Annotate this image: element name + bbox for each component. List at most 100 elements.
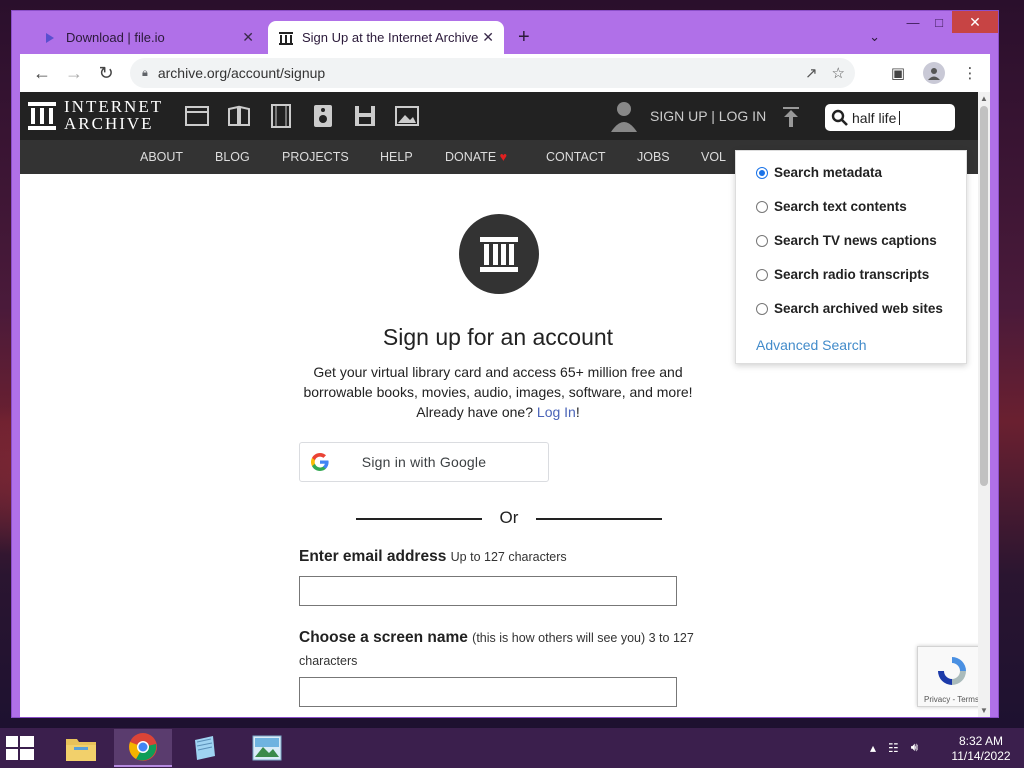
- email-field[interactable]: [299, 576, 677, 606]
- photos-taskbar-icon[interactable]: [238, 729, 296, 767]
- logo-line2: ARCHIVE: [64, 114, 154, 133]
- screen-name-label: Choose a screen name (this is how others…: [299, 626, 729, 673]
- recaptcha-logo-icon: [934, 655, 970, 689]
- tab-search-chevron-icon[interactable]: ⌄: [869, 29, 880, 45]
- option-search-metadata[interactable]: Search metadata: [756, 165, 882, 180]
- google-signin-label: Sign in with Google: [361, 454, 487, 470]
- web-archive-icon[interactable]: [185, 104, 209, 128]
- video-film-icon[interactable]: [269, 104, 293, 128]
- advanced-search-link[interactable]: Advanced Search: [756, 337, 867, 353]
- recaptcha-badge[interactable]: Privacy - Terms: [917, 646, 978, 707]
- system-tray: ▴ ☷ 🔊︎: [870, 740, 918, 755]
- tab-close-icon[interactable]: ✕: [242, 29, 254, 46]
- avatar-icon: [923, 62, 945, 84]
- forward-button[interactable]: →: [58, 57, 90, 89]
- nav-donate[interactable]: DONATE ♥: [445, 150, 507, 164]
- search-options-dropdown: Search metadata Search text contents Sea…: [735, 150, 967, 364]
- lock-icon: 🔒︎: [142, 66, 148, 79]
- url-text: archive.org/account/signup: [157, 65, 326, 81]
- option-search-web[interactable]: Search archived web sites: [756, 301, 943, 316]
- desc-line-1: Get your virtual library card and access…: [313, 364, 683, 380]
- nav-volunteer[interactable]: VOL: [701, 150, 726, 164]
- nav-blog[interactable]: BLOG: [215, 150, 250, 164]
- scroll-thumb[interactable]: [980, 106, 988, 486]
- search-input[interactable]: half life: [825, 104, 955, 131]
- taskbar-clock[interactable]: 8:32 AM 11/14/2022: [950, 734, 1012, 764]
- google-signin-button[interactable]: Sign in with Google: [299, 442, 549, 482]
- signup-login-link[interactable]: SIGN UP | LOG IN: [650, 108, 766, 124]
- scroll-up-icon[interactable]: ▲: [980, 94, 988, 103]
- radio-icon: [756, 234, 768, 247]
- scroll-down-icon[interactable]: ▼: [980, 706, 988, 715]
- screen-name-label-text: Choose a screen name: [299, 629, 468, 646]
- option-search-radio[interactable]: Search radio transcripts: [756, 267, 929, 282]
- new-tab-button[interactable]: +: [518, 26, 530, 49]
- archive-favicon-icon: [278, 30, 294, 46]
- windows-start-icon[interactable]: [6, 736, 36, 760]
- ia-logo[interactable]: INTERNET ARCHIVE: [28, 98, 163, 132]
- email-note: Up to 127 characters: [450, 550, 567, 564]
- address-bar[interactable]: 🔒︎ archive.org/account/signup ↗ ☆: [130, 58, 855, 88]
- tab-title: Sign Up at the Internet Archive: [302, 30, 479, 45]
- tab-fileio[interactable]: Download | file.io ✕: [32, 21, 264, 54]
- tab-title: Download | file.io: [66, 30, 165, 45]
- upload-arrow-icon[interactable]: [782, 106, 800, 133]
- software-floppy-icon[interactable]: [353, 104, 377, 128]
- option-search-tv[interactable]: Search TV news captions: [756, 233, 937, 248]
- screen-name-note-2: characters: [299, 654, 358, 668]
- back-button[interactable]: ←: [26, 57, 58, 89]
- radio-icon: [756, 268, 768, 281]
- tray-chevron-up-icon[interactable]: ▴: [870, 741, 876, 755]
- ia-logo-icon: [28, 102, 56, 130]
- user-silhouette-icon[interactable]: [610, 100, 638, 137]
- page-scrollbar[interactable]: ▲ ▼: [978, 92, 990, 717]
- texts-book-icon[interactable]: [227, 104, 251, 128]
- profile-button[interactable]: [920, 57, 948, 89]
- ia-hero-logo: [459, 214, 539, 294]
- or-divider: Or: [356, 508, 662, 528]
- ia-temple-icon: [480, 237, 518, 272]
- login-link[interactable]: Log In: [537, 404, 576, 420]
- side-panel-icon[interactable]: ▣: [884, 57, 912, 89]
- radio-icon: [756, 200, 768, 213]
- browser-toolbar: ← → ↻ 🔒︎ archive.org/account/signup ↗ ☆ …: [20, 54, 990, 92]
- nav-projects[interactable]: PROJECTS: [282, 150, 349, 164]
- tab-internet-archive[interactable]: Sign Up at the Internet Archive ✕: [268, 21, 504, 54]
- volume-icon[interactable]: 🔊︎: [911, 740, 919, 755]
- tab-close-icon[interactable]: ✕: [482, 29, 494, 46]
- nav-jobs[interactable]: JOBS: [637, 150, 670, 164]
- nav-help[interactable]: HELP: [380, 150, 413, 164]
- screen-name-field[interactable]: [299, 677, 677, 707]
- desc-line-3-text: Already have one?: [416, 404, 534, 420]
- clock-date: 11/14/2022: [951, 749, 1011, 763]
- menu-kebab-icon[interactable]: ⋮: [956, 57, 984, 89]
- option-label: Search archived web sites: [774, 301, 943, 316]
- search-icon: [831, 109, 848, 126]
- bookmark-star-icon[interactable]: ☆: [832, 64, 845, 82]
- reload-button[interactable]: ↻: [90, 57, 122, 89]
- web-page: INTERNET ARCHIVE SIGN UP | LOG IN half l…: [20, 92, 978, 717]
- option-label: Search TV news captions: [774, 233, 937, 248]
- page-title: Sign up for an account: [382, 324, 614, 350]
- browser-window: — □ ✕ Download | file.io ✕ Sign Up at th…: [11, 10, 999, 718]
- tab-strip: Download | file.io ✕ Sign Up at the Inte…: [20, 21, 980, 54]
- desc-line-3-end: !: [575, 404, 580, 420]
- option-label: Search metadata: [774, 165, 883, 180]
- nav-contact[interactable]: CONTACT: [546, 150, 606, 164]
- nav-about[interactable]: ABOUT: [140, 150, 183, 164]
- fileio-favicon-icon: [42, 30, 58, 46]
- recaptcha-links[interactable]: Privacy - Terms: [924, 695, 978, 704]
- network-icon[interactable]: ☷: [888, 741, 899, 755]
- desc-line-2: borrowable books, movies, audio, images,…: [303, 384, 693, 400]
- option-label: Search text contents: [774, 199, 907, 214]
- search-value: half life: [852, 109, 897, 126]
- notepad-taskbar-icon[interactable]: [176, 729, 234, 767]
- signup-description: Get your virtual library card and access…: [278, 362, 718, 422]
- file-explorer-taskbar-icon[interactable]: [52, 729, 110, 767]
- option-search-text[interactable]: Search text contents: [756, 199, 907, 214]
- share-icon[interactable]: ↗: [805, 64, 818, 82]
- images-icon[interactable]: [395, 104, 419, 128]
- chrome-taskbar-icon[interactable]: [114, 729, 172, 767]
- clock-time: 8:32 AM: [958, 734, 1004, 748]
- audio-speaker-icon[interactable]: [311, 104, 335, 128]
